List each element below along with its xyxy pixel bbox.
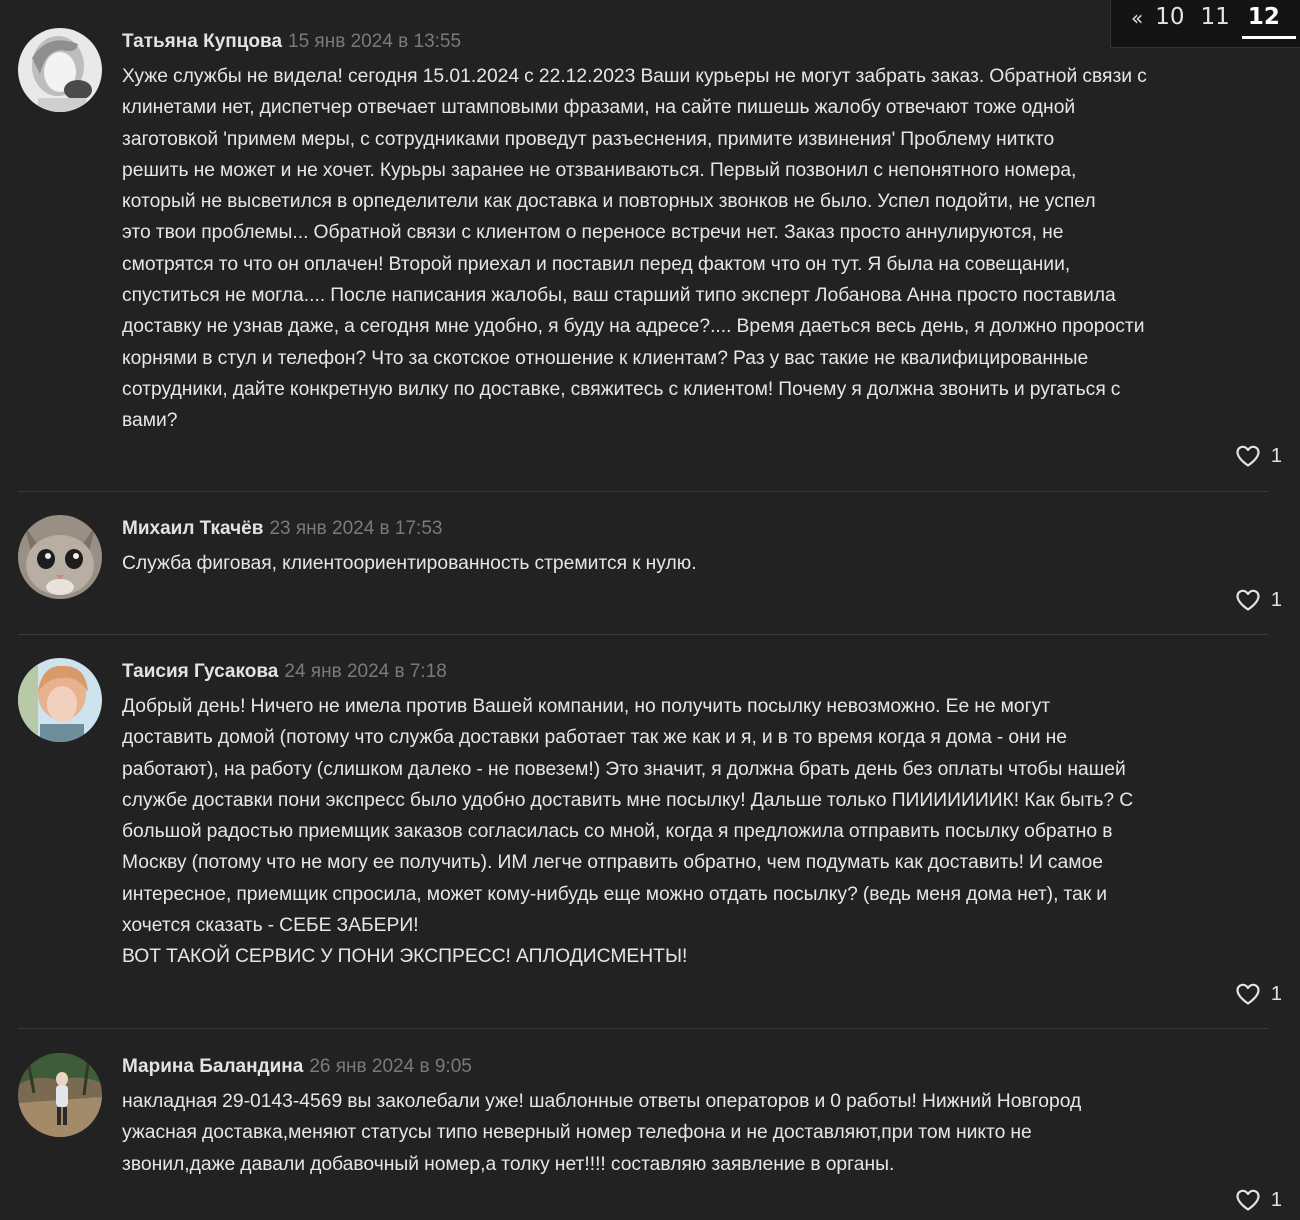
comment-divider (18, 634, 1268, 635)
comment-text: Служба фиговая, клиентоориентированность… (122, 553, 697, 574)
like-count: 1 (1270, 444, 1282, 467)
like-button[interactable]: 1 (1235, 1188, 1282, 1212)
heart-icon (1236, 983, 1260, 1005)
avatar-photo (18, 28, 102, 112)
comment-author[interactable]: Татьяна Купцова (122, 31, 282, 52)
comment-body: Татьяна Купцова 15 янв 2024 в 13:55 Хуже … (122, 28, 1268, 437)
comment-body: Михаил Ткачёв 23 янв 2024 в 17:53 Служба … (122, 515, 1268, 579)
heart-icon (1236, 1189, 1260, 1211)
avatar[interactable] (18, 658, 102, 742)
comment-body: Таисия Гусакова 24 янв 2024 в 7:18 Добрый… (122, 658, 1268, 973)
like-button[interactable]: 1 (1235, 444, 1282, 468)
comment-author[interactable]: Марина Баландина (122, 1056, 303, 1077)
heart-icon (1236, 445, 1260, 467)
comment-text: Хуже службы не видела! сегодня 15.01.202… (122, 66, 1147, 432)
comment-date[interactable]: 15 янв 2024 в 13:55 (288, 31, 461, 52)
prev-page-button[interactable]: « (1131, 6, 1143, 30)
comment-date[interactable]: 24 янв 2024 в 7:18 (284, 661, 446, 682)
like-count: 1 (1270, 588, 1282, 611)
avatar[interactable] (18, 28, 102, 112)
like-button[interactable]: 1 (1235, 588, 1282, 612)
comment-header: Михаил Ткачёв 23 янв 2024 в 17:53 (122, 515, 1268, 543)
comment-date[interactable]: 26 янв 2024 в 9:05 (309, 1056, 471, 1077)
like-count: 1 (1270, 982, 1282, 1005)
comment-date[interactable]: 23 янв 2024 в 17:53 (269, 518, 442, 539)
comment-body: Марина Баландина 26 янв 2024 в 9:05 накла… (122, 1053, 1268, 1180)
avatar-photo (18, 658, 102, 742)
comment-divider (18, 1028, 1268, 1029)
comment-header: Марина Баландина 26 янв 2024 в 9:05 (122, 1053, 1268, 1081)
avatar[interactable] (18, 1053, 102, 1137)
comment-text: накладная 29-0143-4569 вы заколебали уже… (122, 1091, 1082, 1175)
heart-icon (1236, 589, 1260, 611)
comment-author[interactable]: Таисия Гусакова (122, 661, 278, 682)
comment-header: Татьяна Купцова 15 янв 2024 в 13:55 (122, 28, 1268, 56)
comment-divider (18, 491, 1268, 492)
avatar[interactable] (18, 515, 102, 599)
like-count: 1 (1270, 1188, 1282, 1211)
like-button[interactable]: 1 (1235, 982, 1282, 1006)
avatar-photo (18, 1053, 102, 1137)
comment-header: Таисия Гусакова 24 янв 2024 в 7:18 (122, 658, 1268, 686)
comment-text: Добрый день! Ничего не имела против Ваше… (122, 696, 1134, 968)
comment-author[interactable]: Михаил Ткачёв (122, 518, 263, 539)
avatar-photo (18, 515, 102, 599)
